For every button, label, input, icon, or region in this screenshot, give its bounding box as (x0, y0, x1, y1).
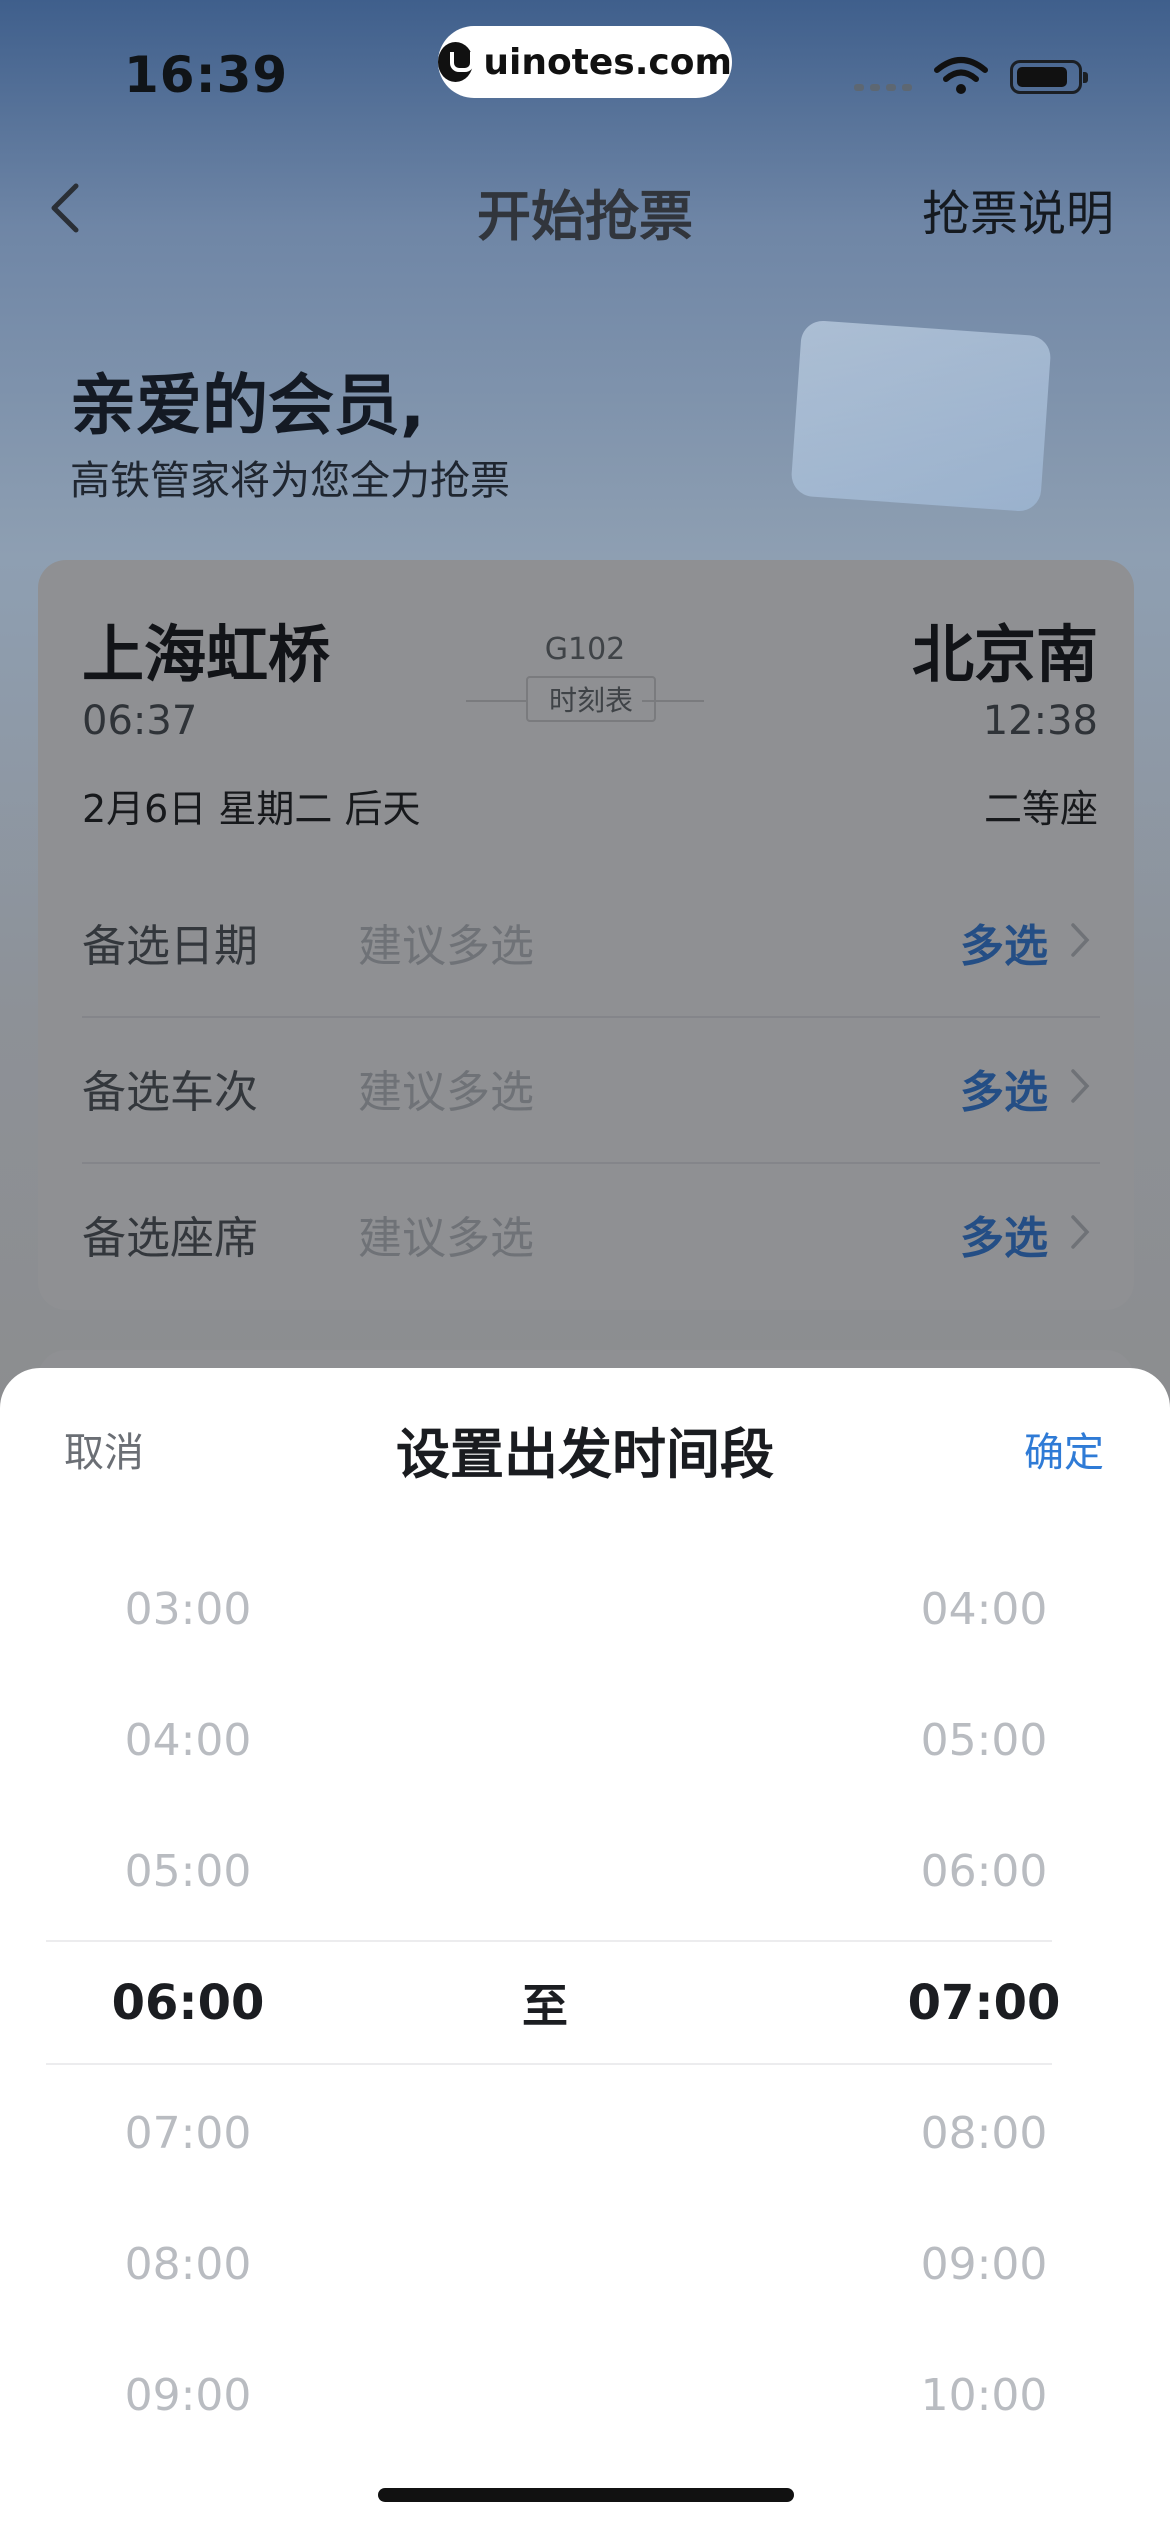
picker-option[interactable]: 04:00 (68, 1675, 308, 1806)
picker-option[interactable]: 05:00 (864, 1675, 1104, 1806)
multi-select-button[interactable]: 多选 (960, 910, 1048, 974)
hero-subtitle: 高铁管家将为您全力抢票 (70, 458, 510, 504)
chevron-right-icon (1071, 1215, 1090, 1249)
picker-option[interactable]: 08:00 (864, 2068, 1104, 2199)
picker-option-selected[interactable]: 07:00 (864, 1937, 1104, 2068)
ticket-guide-link[interactable]: 抢票说明 (922, 174, 1114, 244)
sheet-title: 设置出发时间段 (396, 1423, 774, 1486)
picker-option[interactable]: 09:00 (68, 2330, 308, 2461)
travel-date: 2月6日 星期二 后天 (82, 787, 421, 831)
watermark-badge: uinotes.com (438, 26, 732, 98)
option-hint: 建议多选 (358, 921, 534, 972)
status-time: 16:39 (124, 46, 289, 104)
arrival-time: 12:38 (982, 698, 1098, 744)
watermark-text: uinotes.com (483, 41, 732, 83)
timetable-button[interactable]: 时刻表 (526, 676, 656, 722)
picker-option[interactable]: 03:00 (68, 1544, 308, 1675)
picker-option[interactable]: 09:00 (864, 2199, 1104, 2330)
seat-class: 二等座 (983, 787, 1098, 831)
wifi-icon (934, 57, 988, 94)
option-row-train[interactable]: 备选车次 建议多选 多选 (82, 1016, 1100, 1164)
option-row-date[interactable]: 备选日期 建议多选 多选 (82, 870, 1100, 1018)
end-time-picker[interactable]: 04:00 05:00 06:00 07:00 08:00 09:00 10:0… (864, 1544, 1104, 2461)
train-number: G102 (544, 632, 626, 667)
battery-icon (1010, 60, 1088, 94)
divider-line (466, 700, 528, 702)
picker-option[interactable]: 04:00 (864, 1544, 1104, 1675)
option-label: 备选日期 (82, 921, 258, 972)
picker-option[interactable]: 08:00 (68, 2199, 308, 2330)
departure-time: 06:37 (82, 698, 198, 744)
picker-option[interactable]: 05:00 (68, 1806, 308, 1937)
picker-option[interactable]: 07:00 (68, 2068, 308, 2199)
hero-greeting: 亲爱的会员, (70, 367, 426, 444)
confirm-button[interactable]: 确定 (1024, 1420, 1104, 1478)
cellular-signal-icon (854, 84, 912, 91)
option-hint: 建议多选 (358, 1067, 534, 1118)
option-label: 备选车次 (82, 1067, 258, 1118)
ticket-illustration (790, 319, 1052, 513)
chevron-right-icon (1071, 923, 1090, 957)
multi-select-button[interactable]: 多选 (960, 1056, 1048, 1120)
chevron-right-icon (1071, 1069, 1090, 1103)
option-label: 备选座席 (82, 1213, 258, 1264)
picker-option[interactable]: 10:00 (864, 2330, 1104, 2461)
watermark-logo-icon (438, 42, 475, 82)
picker-option[interactable]: 06:00 (864, 1806, 1104, 1937)
option-row-seat[interactable]: 备选座席 建议多选 多选 (82, 1162, 1100, 1308)
multi-select-button[interactable]: 多选 (960, 1202, 1048, 1266)
home-indicator[interactable] (378, 2488, 794, 2502)
option-hint: 建议多选 (358, 1213, 534, 1264)
